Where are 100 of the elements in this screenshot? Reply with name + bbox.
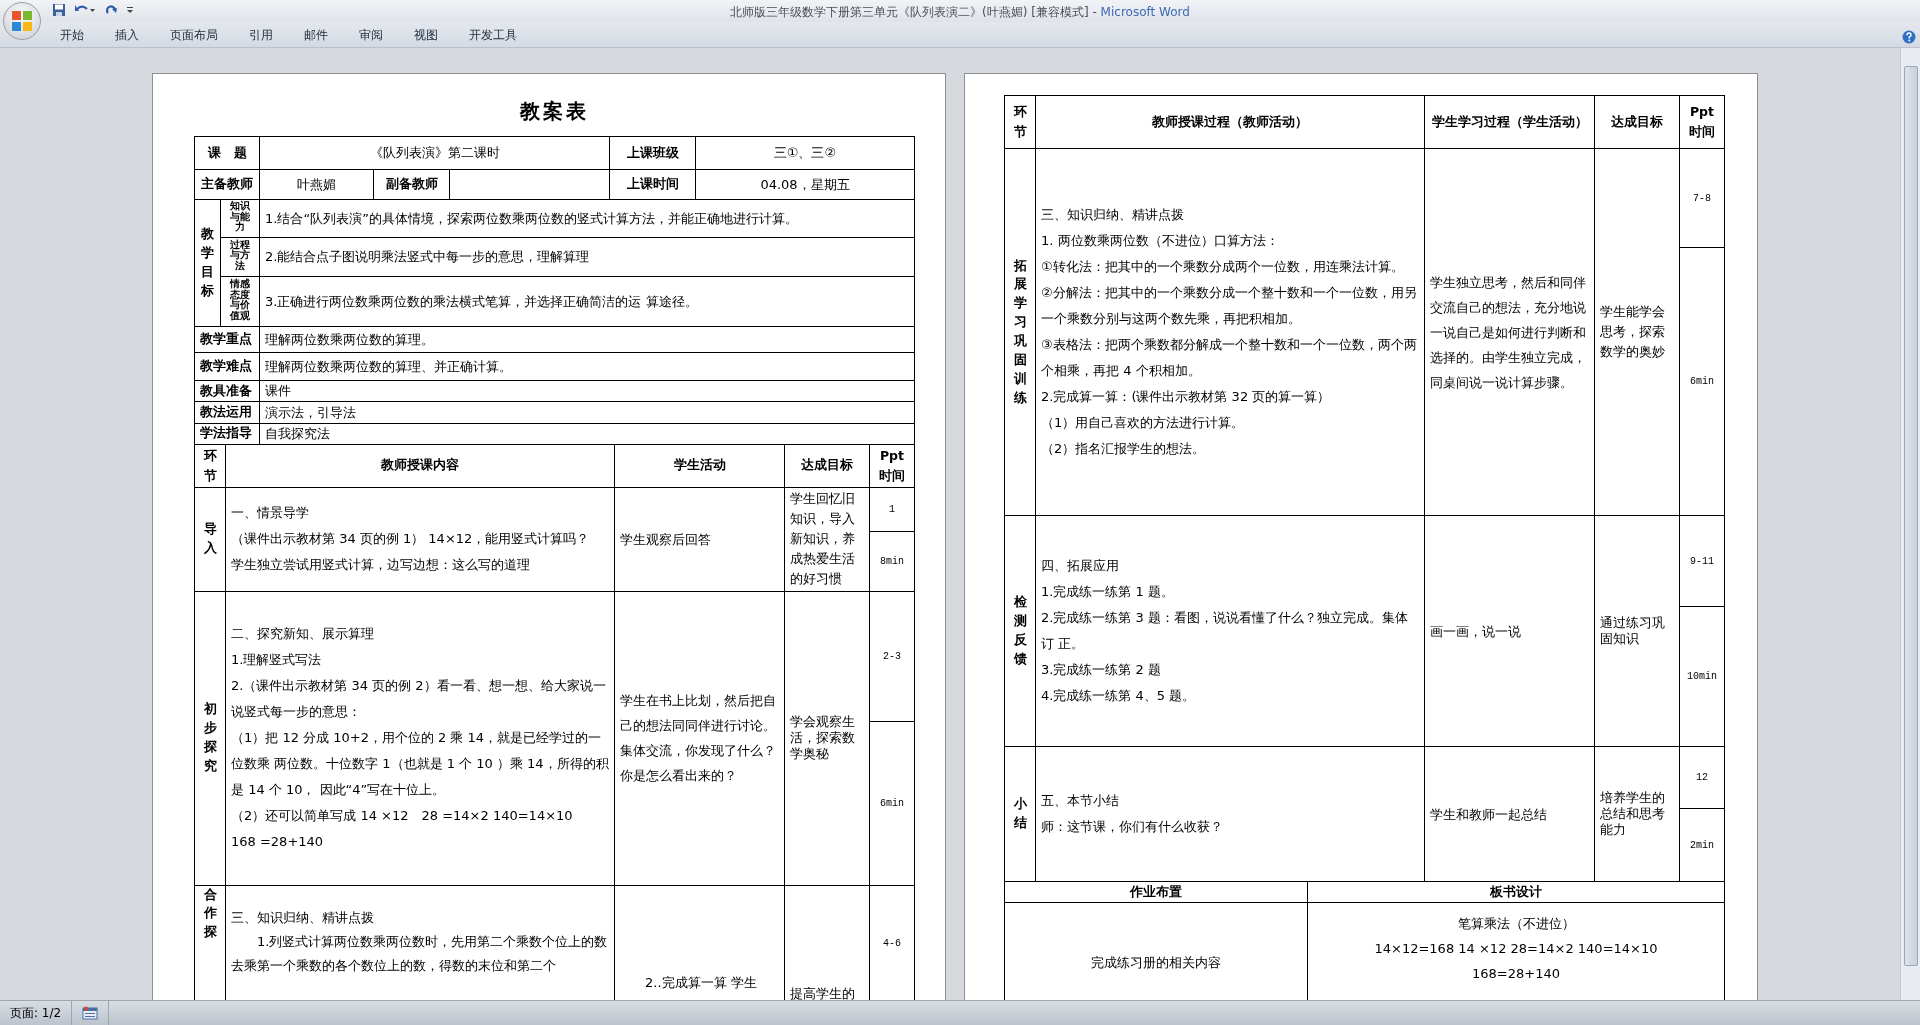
table-cell: 理解两位数乘两位数的算理、并正确计算。 [259, 352, 915, 381]
lesson-paragraph: 3.完成练一练第 2 题 [1041, 661, 1162, 679]
lesson-paragraph: 三、知识归纳、精讲点拨 [231, 908, 375, 927]
stage-label: 小结 [1013, 795, 1027, 832]
stage-label: 初步探究 [203, 700, 217, 775]
ribbon-tab[interactable]: 审阅 [349, 23, 393, 46]
ppt-time: 6min [1679, 247, 1725, 516]
lesson-paragraph: （2）还可以简单写成 14 ×12 28 =14×2 140=14×10 [231, 807, 574, 825]
field-label: 教学重点 [194, 326, 260, 353]
field-label: 教学目标 [201, 225, 214, 300]
goal-text: 培养学生的总结和思考能力 [1600, 790, 1666, 838]
lesson-paragraph: 1.完成练一练第 1 题。 [1041, 583, 1175, 601]
table-cell: 课件 [259, 380, 915, 402]
field-label: 上课时间 [609, 169, 696, 200]
lesson-paragraph: 4.完成练一练第 4、5 题。 [1041, 687, 1197, 705]
student-activity: 集体交流，你发现了什么？你是怎么看出来的？ [620, 742, 777, 785]
ppt-time: 10min [1679, 606, 1725, 747]
student-activity: 学生在书上比划，然后把自己的想法同同伴进行讨论。 [620, 692, 777, 735]
lesson-paragraph: 五、本节小结 [1041, 792, 1120, 810]
board-line: 168=28+140 [1471, 965, 1561, 983]
goal-text: 学生回忆旧知识，导入新知识，养成热爱生活的好习惯 [790, 490, 856, 588]
ppt-time: 9-11 [1679, 515, 1725, 607]
column-header: 环节 [203, 446, 217, 485]
ppt-time: 6min [869, 721, 915, 885]
column-header: 达成目标 [1594, 95, 1680, 149]
field-label: 副备教师 [373, 169, 450, 200]
category-label: 知识与能力 [230, 201, 250, 233]
lesson-paragraph: 2.（课件出示教材第 34 页的例 2）看一看、想一想、给大家说一说竖式每一步的意思： [231, 677, 607, 721]
ribbon-tab[interactable]: 页面布局 [160, 23, 228, 46]
field-label: 主备教师 [194, 169, 260, 200]
column-header: 教师授课过程（教师活动） [1035, 95, 1425, 149]
lesson-paragraph: 学生独立尝试用竖式计算，边写边想：这么写的道理 [231, 556, 531, 574]
table-cell: 3.正确进行两位数乘两位数的乘法横式笔算，并选择正确简洁的运 算途径。 [259, 276, 915, 327]
lesson-paragraph: 2.完成练一练第 3 题：看图，说说看懂了什么？独立完成。集体订 正。 [1041, 609, 1409, 653]
lesson-paragraph: （1）用自己喜欢的方法进行计算。 [1041, 414, 1246, 432]
lesson-paragraph: 1.列竖式计算两位数乘两位数时，先用第二个乘数个位上的数去乘第一个乘数的各个数位上的数，得数的末位和第二个 [231, 932, 609, 975]
table-cell: 04.08，星期五 [695, 169, 915, 200]
ribbon-tab[interactable]: 插入 [105, 23, 149, 46]
board-line: 14×12=168 14 ×12 28=14×2 140=14×10 [1373, 940, 1659, 958]
ppt-time: 8min [869, 531, 915, 591]
column-header: Ppt 时间 [1688, 103, 1716, 141]
table-cell: 1.结合“队列表演”的具体情境，探索两位数乘两位数的竖式计算方法，并能正确地进行计算。 [259, 199, 915, 238]
field-label: 教学难点 [194, 352, 260, 381]
lesson-paragraph: 师：这节课，你们有什么收获？ [1041, 818, 1224, 836]
column-header: 学生活动 [614, 444, 785, 487]
student-activity: 2..完成算一算 学生 [645, 973, 758, 992]
goal-text: 通过练习巩固知识 [1600, 615, 1666, 647]
field-label: 上课班级 [609, 136, 696, 170]
column-header: 达成目标 [784, 444, 870, 487]
column-header: 作业布置 [1004, 881, 1308, 903]
customize-dropdown-icon[interactable] [126, 6, 134, 14]
lesson-paragraph: （课件出示教材第 34 页的例 1） 14×12，能用竖式计算吗？ [231, 530, 591, 548]
table-cell: 理解两位数乘两位数的算理。 [259, 326, 915, 353]
stage-label: 导入 [203, 520, 217, 557]
document-layout-icon[interactable] [82, 1006, 99, 1020]
ppt-time: 2-3 [869, 591, 915, 721]
help-icon[interactable] [1902, 29, 1916, 44]
scrollbar[interactable] [1900, 48, 1920, 1000]
lesson-paragraph: 一、情景导学 [231, 504, 310, 522]
office-logo [10, 9, 34, 33]
lesson-paragraph: ③表格法：把两个乘数都分解成一个整十数和一个一位数，两个两个相乘，再把 4 个积相加。 [1041, 336, 1418, 380]
app-name: Microsoft Word [1100, 5, 1190, 19]
ribbon-tab[interactable]: 开始 [50, 23, 94, 46]
ppt-time: 7-8 [1679, 148, 1725, 248]
student-activity: 学生观察后回答 [620, 530, 712, 549]
ribbon-tab[interactable]: 开发工具 [459, 23, 527, 46]
lesson-paragraph: ①转化法：把其中的一个乘数分成两个一位数，用连乘法计算。 [1041, 258, 1405, 276]
field-label: 教法运用 [194, 401, 260, 424]
office-button[interactable] [3, 2, 41, 40]
student-activity: 学生和教师一起总结 [1430, 805, 1548, 824]
column-header: 教师授课内容 [225, 444, 615, 487]
table-cell: 《队列表演》第二课时 [259, 136, 610, 170]
column-header: 学生学习过程（学生活动） [1424, 95, 1595, 149]
goal-text: 提高学生的 [790, 985, 856, 1000]
ribbon-tab[interactable]: 视图 [404, 23, 448, 46]
table-cell: 演示法，引导法 [259, 401, 915, 424]
stage-label: 拓展学习巩固训练 [1013, 256, 1027, 407]
save-icon[interactable] [52, 3, 66, 17]
lesson-paragraph: （2）指名汇报学生的想法。 [1041, 440, 1207, 458]
student-activity: 画一画，说一说 [1430, 622, 1522, 641]
field-label: 学法指导 [194, 423, 260, 444]
lesson-paragraph: 二、探究新知、展示算理 [231, 625, 375, 643]
window-title: 北师版三年级数学下册第三单元《队列表演二》(叶燕媚) [兼容模式] - [730, 5, 1097, 19]
goal-text: 学会观察生活，探索数学奥秘 [790, 714, 856, 762]
column-header: 环节 [1013, 103, 1027, 141]
stage-label: 合作探 [203, 885, 217, 942]
table-cell: 2.能结合点子图说明乘法竖式中每一步的意思，理解算理 [259, 237, 915, 277]
field-label: 教具准备 [194, 380, 260, 402]
page-count: 页面: 1/2 [10, 1005, 62, 1022]
board-line: 笔算乘法（不进位） [1456, 915, 1576, 933]
ribbon-tab[interactable]: 引用 [239, 23, 283, 46]
lesson-paragraph: 三、知识归纳、精讲点拨 [1041, 206, 1185, 224]
goal-text: 学生能学会思考，探索数学的奥妙 [1600, 303, 1666, 361]
student-activity: 学生独立思考，然后和同伴交流自己的想法，充分地说一说自己是如何进行判断和选择的。由学生独立完成，同桌间说一说计算步骤。 [1430, 273, 1587, 392]
lesson-paragraph: （1）把 12 分成 10+2，用个位的 2 乘 14，就是已经学过的一位数乘 两位数。十位数字 1（也就是 1 个 10 ）乘 14，所得的积是 14 个 10， 因此“4”写在十位上。 [231, 729, 609, 799]
lesson-paragraph: 168 =28+140 [231, 833, 325, 851]
table-cell: 叶燕媚 [259, 169, 374, 200]
lesson-paragraph: 1.理解竖式写法 [231, 651, 323, 669]
ribbon-tab[interactable]: 邮件 [294, 23, 338, 46]
lesson-paragraph: 四、拓展应用 [1041, 557, 1120, 575]
